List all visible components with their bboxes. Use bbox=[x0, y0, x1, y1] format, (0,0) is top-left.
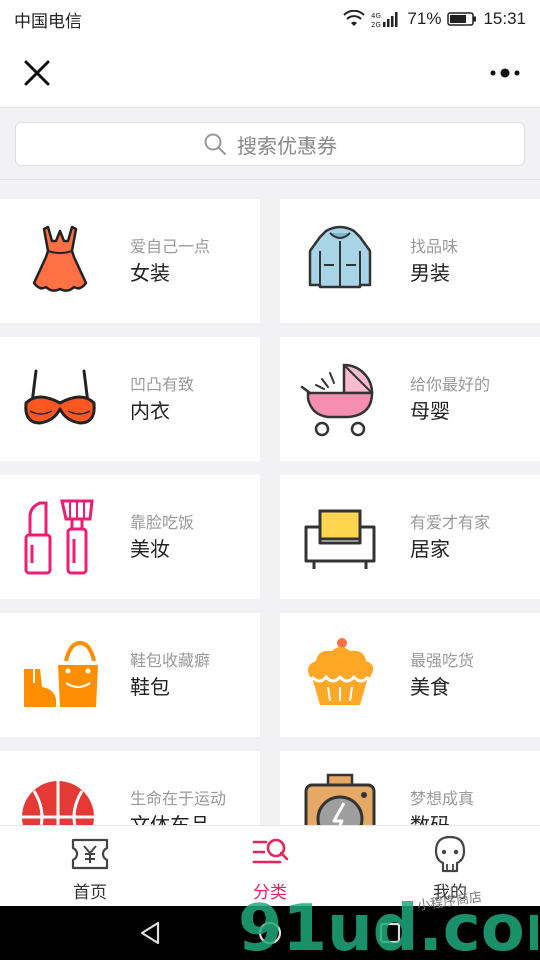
camera-icon bbox=[304, 773, 376, 825]
category-subtitle: 靠脸吃饭 bbox=[130, 515, 195, 532]
signal-icon: 4G 2G bbox=[371, 12, 398, 28]
battery-percent: 71% bbox=[407, 9, 442, 28]
profile-face-icon bbox=[434, 835, 466, 873]
category-subtitle: 凹凸有致 bbox=[130, 377, 195, 394]
basketball-icon bbox=[22, 781, 94, 825]
cosmetics-icon bbox=[24, 499, 94, 575]
wifi-icon bbox=[343, 10, 366, 26]
jacket-icon bbox=[308, 225, 372, 289]
status-indicators: 4G 2G 71% 15:31 bbox=[343, 9, 526, 29]
tab-label: 分类 bbox=[253, 883, 287, 902]
svg-text:2G: 2G bbox=[371, 21, 381, 28]
nav-bar bbox=[0, 38, 540, 108]
system-nav-bar bbox=[0, 906, 540, 960]
more-dots-icon[interactable] bbox=[488, 60, 522, 86]
category-title: 母婴 bbox=[410, 401, 450, 423]
search-area: 搜索优惠券 bbox=[0, 108, 540, 180]
category-title: 鞋包 bbox=[130, 677, 170, 699]
shoe-bag-icon bbox=[24, 640, 98, 707]
sofa-icon bbox=[304, 509, 376, 569]
carrier-label: 中国电信 bbox=[14, 11, 82, 31]
tab-category[interactable]: 分类 bbox=[180, 826, 360, 907]
category-card-baby[interactable]: 给你最好的 母婴 bbox=[280, 337, 540, 461]
clock: 15:31 bbox=[483, 9, 526, 28]
category-title: 美食 bbox=[410, 677, 450, 699]
category-subtitle: 给你最好的 bbox=[410, 377, 491, 394]
search-placeholder: 搜索优惠券 bbox=[237, 135, 337, 158]
category-card-cosmetics[interactable]: 靠脸吃饭 美妆 bbox=[0, 475, 260, 599]
category-subtitle: 有爱才有家 bbox=[410, 515, 491, 532]
stroller-icon bbox=[300, 363, 374, 437]
dress-icon bbox=[32, 225, 88, 292]
category-title: 居家 bbox=[410, 539, 450, 561]
category-subtitle: 爱自己一点 bbox=[130, 239, 211, 256]
tab-label: 首页 bbox=[73, 883, 107, 902]
status-bar: 中国电信 4G 2G 71% 15:31 bbox=[0, 0, 540, 38]
category-card-food[interactable]: 最强吃货 美食 bbox=[280, 613, 540, 737]
category-card-digital[interactable]: 梦想成真 数码 bbox=[280, 751, 540, 825]
tab-bar: 首页 分类 我的 bbox=[0, 825, 540, 906]
category-title: 数码 bbox=[410, 809, 450, 825]
category-title: 女装 bbox=[130, 263, 170, 285]
category-card-home[interactable]: 有爱才有家 居家 bbox=[280, 475, 540, 599]
home-icon[interactable] bbox=[256, 919, 284, 947]
category-subtitle: 梦想成真 bbox=[410, 791, 475, 808]
category-subtitle: 鞋包收藏癖 bbox=[130, 653, 211, 670]
tab-profile[interactable]: 我的 bbox=[360, 826, 540, 907]
category-title: 内衣 bbox=[130, 401, 170, 423]
category-subtitle: 最强吃货 bbox=[410, 653, 475, 670]
tab-home[interactable]: 首页 bbox=[0, 826, 180, 907]
bra-icon bbox=[24, 369, 96, 425]
category-title: 美妆 bbox=[130, 539, 170, 561]
battery-icon bbox=[447, 12, 477, 26]
recents-icon[interactable] bbox=[376, 919, 404, 947]
category-card-underwear[interactable]: 凹凸有致 内衣 bbox=[0, 337, 260, 461]
search-input[interactable]: 搜索优惠券 bbox=[15, 122, 525, 166]
search-icon bbox=[204, 133, 226, 155]
category-subtitle: 找品味 bbox=[410, 239, 459, 256]
category-card-sports[interactable]: 生命在于运动 文体车品 bbox=[0, 751, 260, 825]
category-card-men[interactable]: 找品味 男装 bbox=[280, 199, 540, 323]
category-title: 男装 bbox=[410, 263, 450, 285]
category-title: 文体车品 bbox=[130, 809, 210, 825]
close-icon[interactable] bbox=[20, 56, 54, 90]
cupcake-icon bbox=[308, 638, 374, 705]
svg-text:4G: 4G bbox=[371, 12, 381, 20]
category-card-shoes-bags[interactable]: 鞋包收藏癖 鞋包 bbox=[0, 613, 260, 737]
back-icon[interactable] bbox=[136, 919, 164, 947]
category-card-women[interactable]: 爱自己一点 女装 bbox=[0, 199, 260, 323]
tab-label: 我的 bbox=[433, 883, 467, 902]
category-search-icon bbox=[252, 838, 289, 864]
category-subtitle: 生命在于运动 bbox=[130, 791, 227, 808]
category-grid: 爱自己一点 女装 找品味 男装 凹凸有致 内衣 给你最好的 母婴 靠脸吃饭 美妆… bbox=[0, 199, 540, 825]
coupon-yen-icon bbox=[71, 838, 109, 870]
